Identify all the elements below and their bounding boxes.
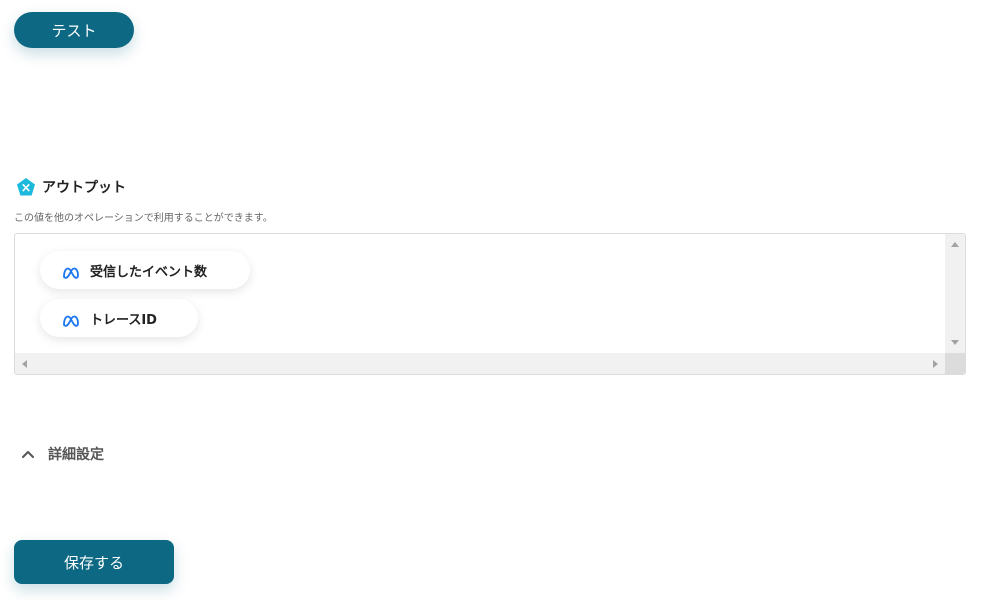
output-description: この値を他のオペレーションで利用することができます。 [14,213,273,224]
advanced-settings-label: 詳細設定 [48,447,104,463]
output-item-label: トレースID [90,312,157,328]
output-title: アウトプット [42,180,126,196]
meta-icon [62,312,80,327]
output-item-event-count[interactable]: 受信したイベント数 [40,251,250,289]
scroll-left-arrow-icon[interactable] [22,360,27,368]
page: テスト アウトプット この値を他のオペレーションで利用することができます。 受信… [0,0,982,600]
output-x-icon [16,177,36,197]
output-list: 受信したイベント数 トレースID [14,233,966,375]
output-item-trace-id[interactable]: トレースID [40,299,198,337]
scrollbar-corner [945,353,965,374]
test-button-label: テスト [51,21,97,40]
test-button[interactable]: テスト [14,12,134,48]
chevron-up-icon [20,446,36,462]
save-button-label: 保存する [63,553,124,572]
output-item-label: 受信したイベント数 [90,264,208,280]
scroll-down-arrow-icon[interactable] [951,340,959,345]
scroll-right-arrow-icon[interactable] [933,360,938,368]
scroll-up-arrow-icon[interactable] [951,242,959,247]
output-list-content: 受信したイベント数 トレースID [15,234,945,353]
meta-icon [62,264,80,279]
save-button[interactable]: 保存する [14,540,174,584]
vertical-scrollbar[interactable] [945,234,965,353]
advanced-settings-toggle[interactable]: 詳細設定 [20,444,104,464]
horizontal-scrollbar[interactable] [15,353,945,374]
output-header: アウトプット [16,177,126,197]
